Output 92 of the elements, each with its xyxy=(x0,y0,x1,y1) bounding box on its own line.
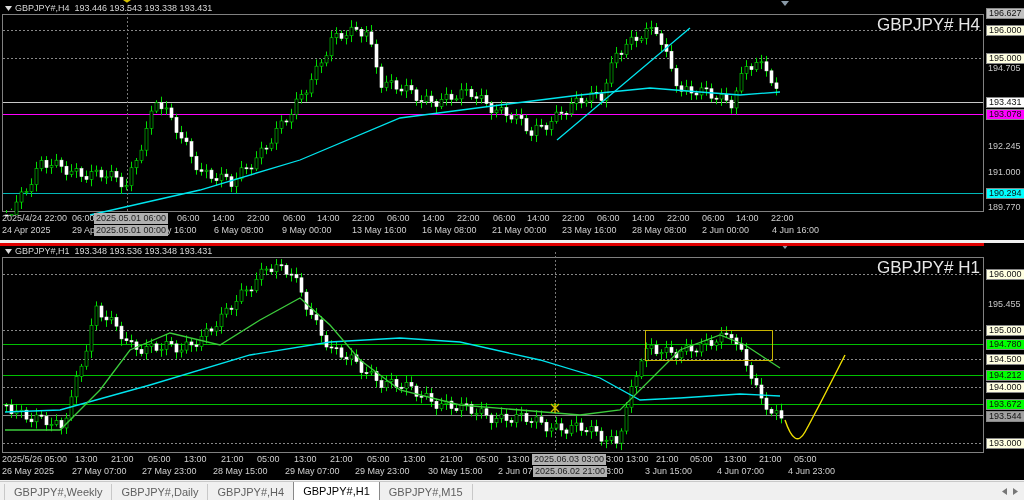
time-label: 4 Jun 07:00 xyxy=(717,466,765,477)
time-label: 13:00 xyxy=(724,454,747,465)
time-label: 05:00 xyxy=(148,454,171,465)
time-label: 14:00 xyxy=(422,213,445,224)
time-label: 05:00 xyxy=(257,454,280,465)
time-label: 28 May 08:00 xyxy=(632,225,687,236)
time-label: 16 May 08:00 xyxy=(422,225,477,236)
chart-symbol-title: GBPJPY# H1 xyxy=(877,258,980,278)
price-tag: 195.000 xyxy=(986,53,1024,64)
time-label: 13:00 xyxy=(626,454,649,465)
time-label: 23 May 16:00 xyxy=(562,225,617,236)
time-label: 05:00 xyxy=(367,454,390,465)
price-label: 195.455 xyxy=(987,299,1022,310)
time-label: 14:00 xyxy=(632,213,655,224)
time-label: 06:00 xyxy=(177,213,200,224)
price-tag: 190.294 xyxy=(986,188,1024,199)
crosshair-time-label: 2025.06.02 21:00 xyxy=(533,466,608,477)
price-tag: 194.780 xyxy=(986,339,1024,350)
time-label: 2025/5/26 05:00 xyxy=(2,454,68,465)
time-label: 30 May 15:00 xyxy=(428,466,483,477)
time-label: 05:00 xyxy=(690,454,713,465)
price-tag: 196.000 xyxy=(986,269,1024,280)
crosshair-time-label: 2025.05.01 06:00 xyxy=(94,213,169,224)
chart-symbol-title: GBPJPY# H4 xyxy=(877,15,980,35)
time-label: 14:00 xyxy=(317,213,340,224)
price-label: 192.245 xyxy=(987,141,1022,152)
time-label: 21:00 xyxy=(111,454,134,465)
time-label: 3:00 xyxy=(606,454,624,465)
time-label: 27 May 23:00 xyxy=(142,466,197,477)
time-label: 13 May 16:00 xyxy=(352,225,407,236)
time-label: 6 May 08:00 xyxy=(214,225,264,236)
time-label: 4 Jun 16:00 xyxy=(772,225,820,236)
price-label: 189.770 xyxy=(987,202,1022,213)
time-label: 22:00 xyxy=(352,213,375,224)
price-tag: 194.500 xyxy=(986,354,1024,365)
time-label: 06:00 xyxy=(72,213,95,224)
price-tag: 194.212 xyxy=(986,370,1024,381)
time-label: 06:00 xyxy=(387,213,410,224)
time-label: 21:00 xyxy=(440,454,463,465)
time-label: 22:00 xyxy=(562,213,585,224)
time-label: 2 Jun 07 xyxy=(498,466,533,477)
time-label: 05:00 xyxy=(476,454,499,465)
crosshair-time-label: 2025.05.01 00:00 xyxy=(94,225,169,236)
chart-tab[interactable]: GBPJPY#,H1 xyxy=(293,482,380,500)
time-label: 2025/4/24 22:00 xyxy=(2,213,68,224)
time-label: 29 May 07:00 xyxy=(285,466,340,477)
price-tag: 193.431 xyxy=(986,97,1024,108)
time-label: 13:00 xyxy=(294,454,317,465)
price-label: 191.000 xyxy=(987,167,1022,178)
chart-info-text: GBPJPY#,H1 193.348 193.536 193.348 193.431 xyxy=(15,246,213,256)
chart-info-text: GBPJPY#,H4 193.446 193.543 193.338 193.431 xyxy=(15,3,213,13)
price-tag: 193.000 xyxy=(986,438,1024,449)
time-label: 22:00 xyxy=(247,213,270,224)
price-tag: 193.544 xyxy=(986,411,1024,422)
time-label: 27 May 07:00 xyxy=(72,466,127,477)
crosshair-time-label: 2025.06.03 03:00 xyxy=(532,454,607,465)
time-label: 9 May 00:00 xyxy=(282,225,332,236)
time-label: 06:00 xyxy=(702,213,725,224)
time-label: 21:00 xyxy=(330,454,353,465)
price-tag: 193.672 xyxy=(986,399,1024,410)
price-tag: 196.000 xyxy=(986,25,1024,36)
time-label: 22:00 xyxy=(771,213,794,224)
time-label: 21:00 xyxy=(759,454,782,465)
time-label: 28 May 15:00 xyxy=(213,466,268,477)
time-label: 4 Jun 23:00 xyxy=(788,466,836,477)
time-label: 21:00 xyxy=(656,454,679,465)
price-tag: 195.000 xyxy=(986,325,1024,336)
price-tag: 193.078 xyxy=(986,109,1024,120)
time-label: 14:00 xyxy=(212,213,235,224)
price-tag: 196.627 xyxy=(986,8,1024,19)
time-label: 24 Apr 2025 xyxy=(2,225,51,236)
time-label: 13:00 xyxy=(75,454,98,465)
price-label: 194.705 xyxy=(987,63,1022,74)
time-label: 22:00 xyxy=(457,213,480,224)
time-label: 13:00 xyxy=(507,454,530,465)
time-label: 29 May 23:00 xyxy=(355,466,410,477)
time-label: 13:00 xyxy=(184,454,207,465)
price-tag: 194.000 xyxy=(986,382,1024,393)
time-label: 26 May 2025 xyxy=(2,466,55,477)
time-label: 14:00 xyxy=(736,213,759,224)
time-label: 21 May 00:00 xyxy=(492,225,547,236)
time-label: 06:00 xyxy=(597,213,620,224)
time-label: 3 Jun 15:00 xyxy=(645,466,693,477)
time-label: 06:00 xyxy=(283,213,306,224)
time-label: 2 Jun 00:00 xyxy=(702,225,750,236)
time-label: 22:00 xyxy=(667,213,690,224)
time-label: 3:00 xyxy=(606,466,624,477)
time-label: 14:00 xyxy=(527,213,550,224)
time-label: 05:00 xyxy=(794,454,817,465)
time-label: 21:00 xyxy=(221,454,244,465)
time-label: 06:00 xyxy=(493,213,516,224)
time-label: 13:00 xyxy=(403,454,426,465)
